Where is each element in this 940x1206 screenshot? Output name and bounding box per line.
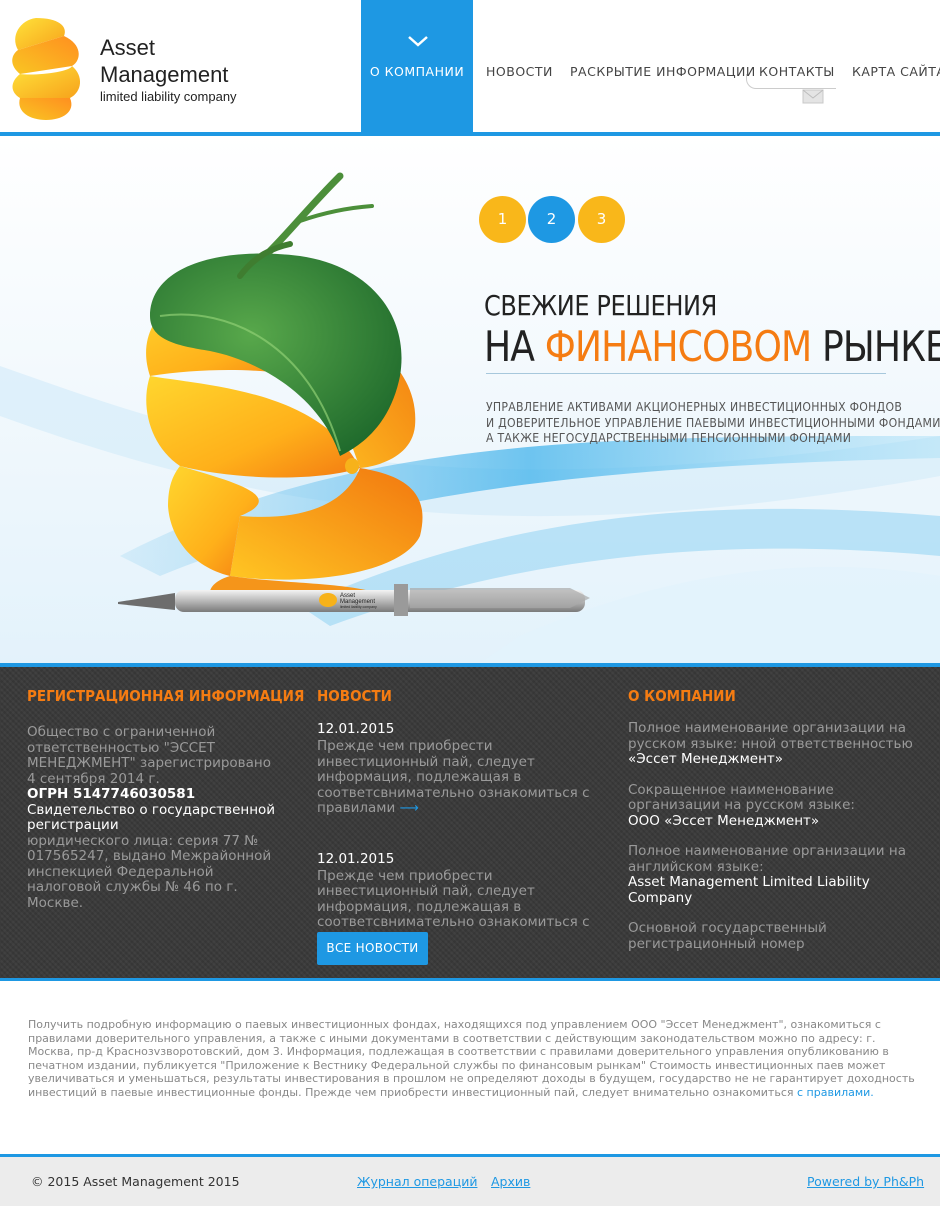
- about-field: Полное наименование организации на англи…: [628, 843, 923, 906]
- news-title: НОВОСТИ: [317, 687, 392, 705]
- brand-line-1: Asset: [100, 35, 156, 60]
- news-date: 12.01.2015: [317, 850, 395, 867]
- logo-icon[interactable]: [6, 16, 84, 122]
- news-column: НОВОСТИ 12.01.2015 Прежде чем приобрести…: [317, 687, 602, 946]
- hero-headline-1: СВЕЖИЕ РЕШЕНИЯ: [484, 289, 717, 322]
- hero-headline-2: НА ФИНАНСОВОМ РЫНКЕ: [484, 322, 940, 371]
- about-field-value: «Эссет Менеджмент»: [628, 751, 784, 767]
- copyright: © 2015 Asset Management 2015: [31, 1174, 240, 1189]
- news-date: 12.01.2015: [317, 721, 395, 737]
- nav-item-news[interactable]: НОВОСТИ: [486, 64, 553, 79]
- svg-text:limited liability company: limited liability company: [340, 605, 377, 609]
- nav-item-disclosure[interactable]: РАСКРЫТИЕ ИНФОРМАЦИИ: [570, 64, 756, 79]
- about-field-value: Asset Management Limited Liability Compa…: [628, 874, 870, 906]
- info-section: РЕГИСТРАЦИОННАЯ ИНФОРМАЦИЯ Общество с ог…: [0, 663, 940, 981]
- slider-dot-2[interactable]: 2: [528, 196, 575, 243]
- registration-text: Общество с ограниченной ответственностью…: [27, 724, 271, 787]
- registration-column: РЕГИСТРАЦИОННАЯ ИНФОРМАЦИЯ Общество с ог…: [27, 687, 305, 911]
- hero-divider: [486, 373, 886, 374]
- registration-title: РЕГИСТРАЦИОННАЯ ИНФОРМАЦИЯ: [27, 687, 305, 705]
- ogrn-text: ОГРН 5147746030581: [27, 786, 196, 802]
- news-text[interactable]: Прежде чем приобрести инвестиционный пай…: [317, 738, 602, 817]
- brand-line-2: Management: [100, 62, 229, 87]
- site-footer: © 2015 Asset Management 2015 Журнал опер…: [0, 1154, 940, 1206]
- mail-icon[interactable]: [802, 89, 824, 104]
- about-column: О КОМПАНИИ Полное наименование организац…: [628, 687, 923, 952]
- about-field: Полное наименование организации на русск…: [628, 720, 923, 768]
- rules-link[interactable]: с правилами.: [797, 1086, 874, 1099]
- news-item[interactable]: 12.01.2015 Прежде чем приобрести инвести…: [317, 721, 602, 817]
- about-field-value: ООО «Эссет Менеджмент»: [628, 812, 820, 829]
- slider-dot-3[interactable]: 3: [578, 196, 625, 243]
- hero-subtitle: УПРАВЛЕНИЕ АКТИВАМИ АКЦИОНЕРНЫХ ИНВЕСТИЦ…: [486, 400, 940, 445]
- journal-link[interactable]: Журнал операций: [357, 1174, 477, 1189]
- nav-item-about[interactable]: О КОМПАНИИ: [361, 64, 473, 79]
- about-title: О КОМПАНИИ: [628, 687, 736, 705]
- brand-name[interactable]: Asset Management limited liability compa…: [100, 34, 237, 106]
- about-field-label: Основной государственный регистрационный…: [628, 920, 827, 952]
- slider-dot-1[interactable]: 1: [479, 196, 526, 243]
- about-field-label: Сокращенное наименование организации на …: [628, 781, 855, 813]
- hero-accent-word: ФИНАНСОВОМ: [544, 322, 812, 371]
- about-field-label: Полное наименование организации на русск…: [628, 720, 913, 752]
- chevron-down-icon: [408, 36, 428, 47]
- nav-item-sitemap[interactable]: КАРТА САЙТА: [852, 64, 940, 79]
- all-news-button[interactable]: ВСЕ НОВОСТИ: [317, 932, 428, 965]
- about-field: Основной государственный регистрационный…: [628, 920, 923, 952]
- about-field-label: Полное наименование организации на англи…: [628, 843, 906, 875]
- brand-tagline: limited liability company: [100, 89, 237, 104]
- about-field: Сокращенное наименование организации на …: [628, 781, 923, 830]
- archive-link[interactable]: Архив: [491, 1174, 530, 1189]
- hero-slider: Asset Management limited liability compa…: [0, 136, 940, 663]
- site-header: Asset Management limited liability compa…: [0, 0, 940, 135]
- powered-by-link[interactable]: Powered by Ph&Ph: [807, 1174, 924, 1189]
- disclaimer-text: Получить подробную информацию о паевых и…: [28, 1018, 915, 1099]
- certificate-label: Свидетельство о государственной регистра…: [27, 801, 276, 833]
- arrow-right-icon[interactable]: ⟶: [400, 800, 419, 816]
- contacts-bracket: [746, 74, 836, 89]
- certificate-details: юридического лица: серия 77 № 017565247,…: [27, 832, 272, 911]
